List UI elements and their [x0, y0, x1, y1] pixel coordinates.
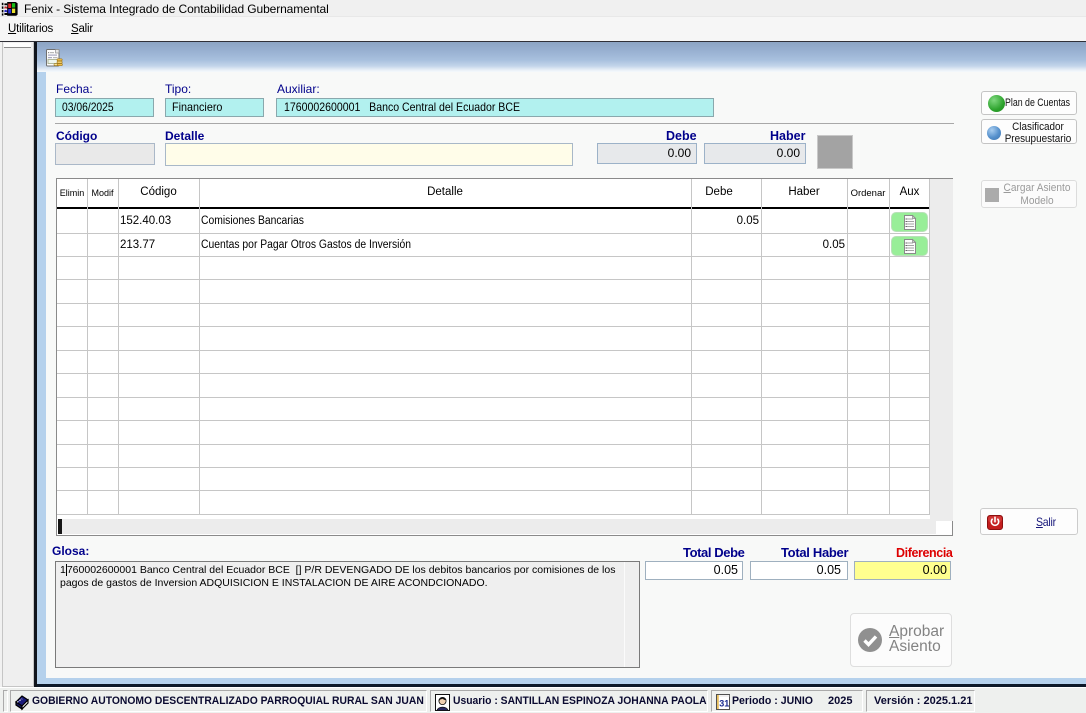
svg-text:31: 31 — [719, 699, 729, 709]
